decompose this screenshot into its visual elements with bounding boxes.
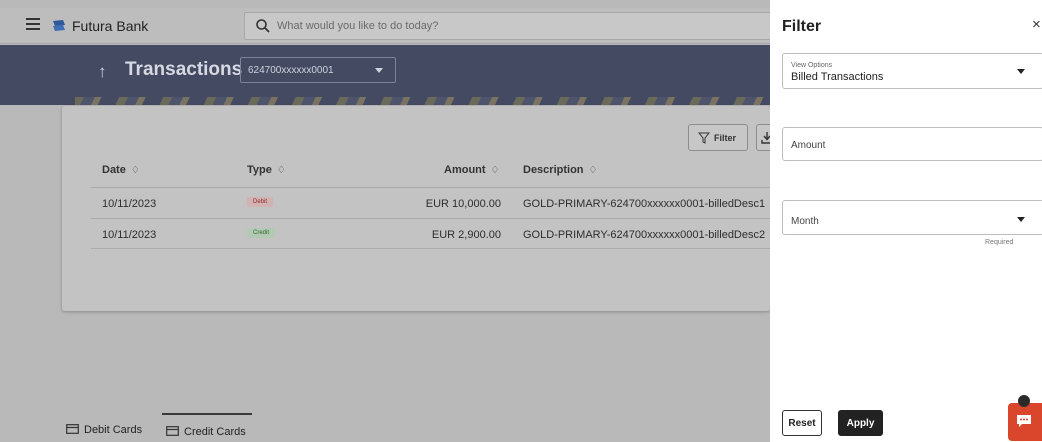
brand-name[interactable]: Futura Bank [72,18,148,34]
table-row[interactable]: 10/11/2023 Debit EUR 10,000.00 GOLD-PRIM… [91,187,770,218]
month-select[interactable]: Month [782,200,1042,235]
row-description: GOLD-PRIMARY-624700xxxxxx0001-billedDesc… [523,229,766,241]
futura-bank-logo-icon [53,20,65,31]
filter-panel-title: Filter [782,18,822,35]
close-icon[interactable]: × [1032,16,1041,33]
account-select-value: 624700xxxxxx0001 [248,65,334,76]
download-icon [761,132,770,144]
page-title: Transactions [125,59,243,80]
chevron-down-icon [1017,69,1025,74]
filter-panel: Filter × View Options Billed Transaction… [770,0,1042,442]
row-date: 10/11/2023 [102,229,157,241]
card-icon [166,426,179,436]
tab-credit-cards[interactable]: Credit Cards [162,413,252,442]
sort-icon[interactable]: ♢ [277,165,286,176]
month-required-hint: Required [985,239,1014,246]
row-date: 10/11/2023 [102,198,157,210]
row-amount: EUR 10,000.00 [425,198,501,210]
view-options-value: Billed Transactions [791,71,884,83]
chevron-down-icon [1017,217,1025,222]
view-options-select[interactable]: View Options Billed Transactions [782,53,1042,89]
column-header-date[interactable]: Date ♢ [102,164,140,176]
row-amount: EUR 2,900.00 [431,229,501,241]
chevron-down-icon [375,68,383,73]
back-arrow-icon[interactable]: ↑ [98,62,107,82]
download-button[interactable] [756,124,770,151]
row-description: GOLD-PRIMARY-624700xxxxxx0001-billedDesc… [523,198,766,210]
top-bar: Futura Bank [0,8,770,44]
amount-label: Amount [791,140,826,151]
amount-field[interactable]: Amount [782,127,1042,161]
card-type-tabs: Debit Cards Credit Cards [62,413,770,442]
transactions-card: Filter Date ♢ Type ♢ Amount ♢ Description ♢ … [62,106,770,311]
sort-icon[interactable]: ♢ [131,165,140,176]
tab-label: Credit Cards [184,426,246,438]
card-icon [66,424,79,434]
type-badge-credit: Credit [247,228,276,238]
table-row[interactable]: 10/11/2023 Credit EUR 2,900.00 GOLD-PRIM… [91,218,770,249]
main-content: Futura Bank ↑ Transactions 624700xxxxxx0… [0,0,770,442]
apply-button[interactable]: Apply [838,410,883,436]
column-header-amount[interactable]: Amount ♢ [444,164,500,176]
funnel-icon [698,132,710,144]
type-badge-debit: Debit [247,197,274,207]
search-box[interactable] [244,12,770,40]
view-options-label: View Options [791,62,833,69]
account-select[interactable]: 624700xxxxxx0001 [240,57,396,83]
reset-button[interactable]: Reset [782,410,822,436]
tab-debit-cards[interactable]: Debit Cards [62,413,154,442]
banner-pattern [75,97,770,105]
search-icon [256,19,270,33]
column-header-description[interactable]: Description ♢ [523,164,597,176]
filter-button[interactable]: Filter [688,124,748,151]
sort-icon[interactable]: ♢ [491,165,500,176]
search-input[interactable] [277,17,757,35]
chat-button[interactable] [1008,403,1042,441]
chat-notification-dot [1018,395,1030,407]
tab-label: Debit Cards [84,424,143,436]
sort-icon[interactable]: ♢ [589,165,598,176]
column-header-type[interactable]: Type ♢ [247,164,286,176]
filter-button-label: Filter [714,133,737,143]
chat-bubble-icon [1017,415,1031,427]
month-label: Month [791,216,819,227]
hamburger-icon[interactable] [26,18,40,30]
